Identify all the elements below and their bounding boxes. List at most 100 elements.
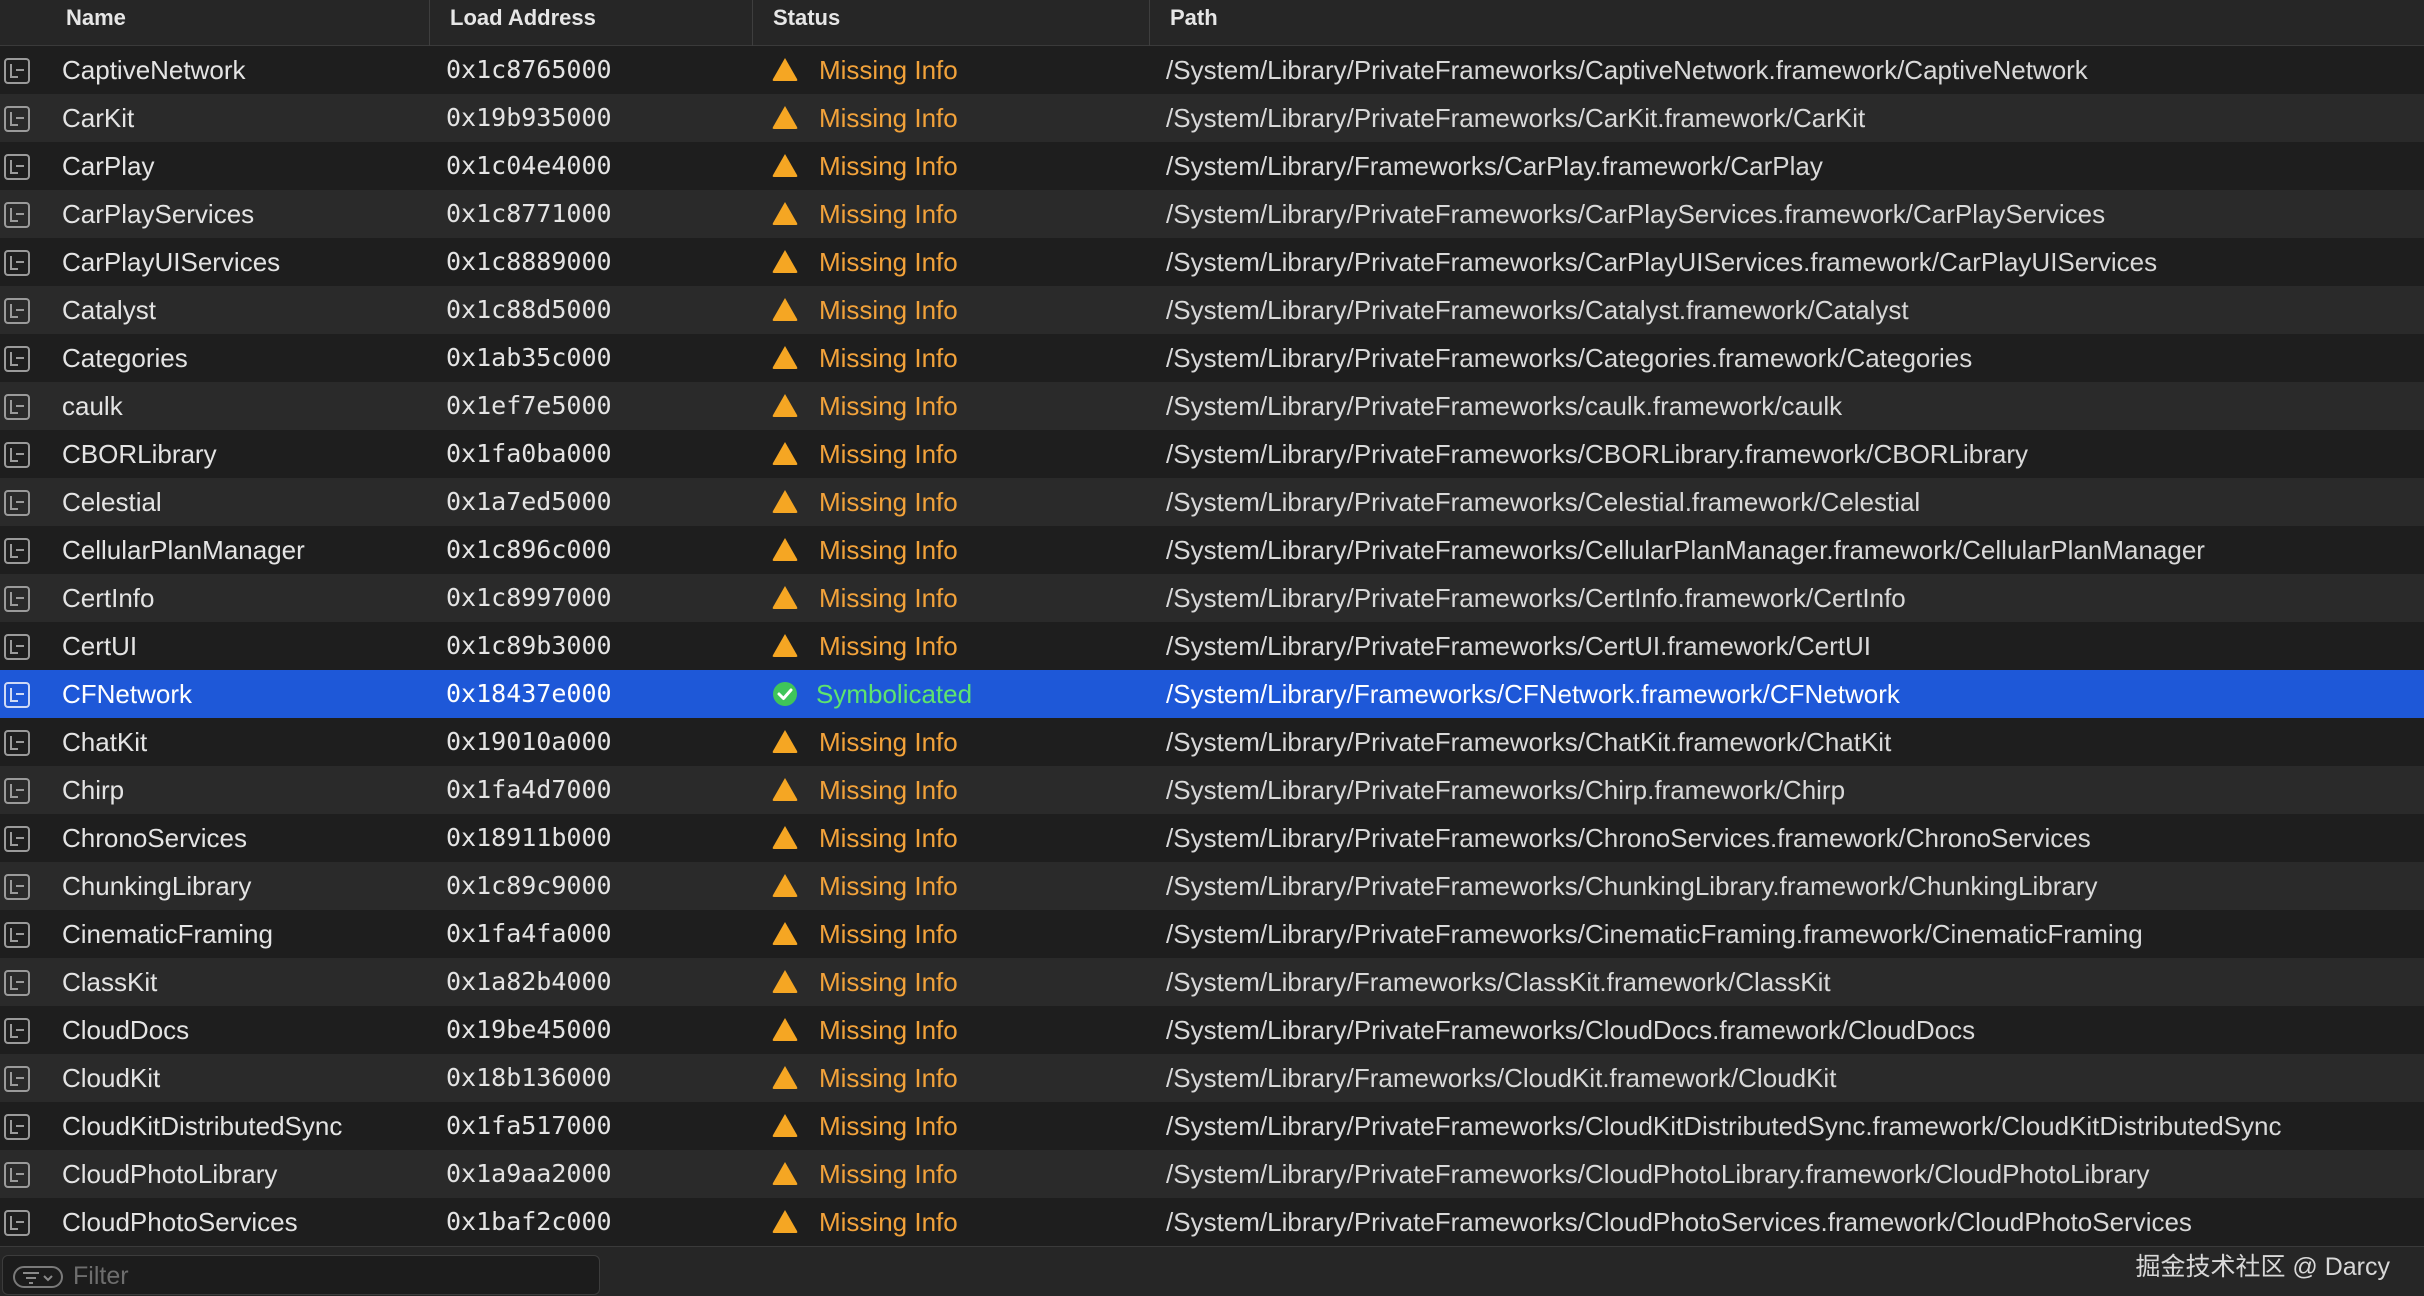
load-address: 0x1c8889000 — [446, 247, 612, 276]
table-row[interactable]: Celestial 0x1a7ed5000 Missing Info/System/… — [0, 478, 2424, 526]
binary-images-table: CaptiveNetwork 0x1c8765000 Missing Info/Sy… — [0, 46, 2424, 1246]
library-image-icon — [4, 154, 30, 180]
image-name: CloudKit — [62, 1063, 161, 1093]
load-address: 0x1a82b4000 — [446, 967, 612, 996]
table-row[interactable]: Chirp 0x1fa4d7000 Missing Info/System/Libr… — [0, 766, 2424, 814]
table-row[interactable]: Catalyst 0x1c88d5000 Missing Info/System/L… — [0, 286, 2424, 334]
table-row[interactable]: CarPlay 0x1c04e4000 Missing Info/System/Li… — [0, 142, 2424, 190]
warning-triangle-icon — [771, 296, 799, 322]
column-header-load-address[interactable]: Load Address — [430, 0, 753, 46]
load-address: 0x1c8997000 — [446, 583, 612, 612]
table-header: Name Load Address Status Path — [0, 0, 2424, 46]
table-row[interactable]: Categories 0x1ab35c000 Missing Info/System… — [0, 334, 2424, 382]
table-row[interactable]: CarKit 0x19b935000 Missing Info/System/Lib… — [0, 94, 2424, 142]
image-path: /System/Library/PrivateFrameworks/Cataly… — [1166, 295, 1909, 325]
warning-triangle-icon — [771, 344, 799, 370]
column-header-name[interactable]: Name — [0, 0, 430, 46]
column-header-status[interactable]: Status — [753, 0, 1150, 46]
warning-triangle-icon — [771, 920, 799, 946]
image-path: /System/Library/PrivateFrameworks/CloudP… — [1166, 1159, 2150, 1189]
image-path: /System/Library/PrivateFrameworks/Chrono… — [1166, 823, 2091, 853]
watermark-text: 掘金技术社区 @ Darcy — [2135, 1253, 2390, 1281]
image-name: caulk — [62, 391, 123, 421]
status-text: Missing Info — [819, 967, 958, 997]
table-row[interactable]: ChatKit 0x19010a000 Missing Info/System/Li… — [0, 718, 2424, 766]
load-address: 0x1c89c9000 — [446, 871, 612, 900]
filter-icon[interactable] — [13, 1266, 63, 1288]
table-footer: 掘金技术社区 @ Darcy — [0, 1246, 2424, 1296]
image-name: CarPlayUIServices — [62, 247, 281, 277]
warning-triangle-icon — [771, 104, 799, 130]
image-name: CertInfo — [62, 583, 155, 613]
filter-field[interactable] — [2, 1255, 600, 1295]
load-address: 0x1baf2c000 — [446, 1207, 612, 1236]
table-row[interactable]: CloudPhotoLibrary 0x1a9aa2000 Missing Info… — [0, 1150, 2424, 1198]
library-image-icon — [4, 298, 30, 324]
table-row[interactable]: CinematicFraming 0x1fa4fa000 Missing Info /… — [0, 910, 2424, 958]
table-row[interactable]: CloudPhotoServices 0x1baf2c000 Missing Inf… — [0, 1198, 2424, 1246]
warning-triangle-icon — [771, 440, 799, 466]
table-row[interactable]: CloudDocs 0x19be45000 Missing Info/System/… — [0, 1006, 2424, 1054]
library-image-icon — [4, 874, 30, 900]
table-row[interactable]: CertInfo 0x1c8997000 Missing Info/System/L… — [0, 574, 2424, 622]
table-row[interactable]: ChunkingLibrary 0x1c89c9000 Missing Info/S… — [0, 862, 2424, 910]
library-image-icon — [4, 1210, 30, 1236]
library-image-icon — [4, 1162, 30, 1188]
load-address: 0x1a7ed5000 — [446, 487, 612, 516]
status-text: Symbolicated — [816, 679, 973, 709]
status-text: Missing Info — [819, 55, 958, 85]
table-row[interactable]: CloudKitDistributedSync 0x1fa517000 Missin… — [0, 1102, 2424, 1150]
image-path: /System/Library/PrivateFrameworks/Celest… — [1166, 487, 1921, 517]
load-address: 0x1a9aa2000 — [446, 1159, 612, 1188]
library-image-icon — [4, 730, 30, 756]
table-row[interactable]: CFNetwork 0x18437e000 Symbolicated/System/… — [0, 670, 2424, 718]
table-row[interactable]: ChronoServices 0x18911b000 Missing Info/Sy… — [0, 814, 2424, 862]
load-address: 0x1fa0ba000 — [446, 439, 612, 468]
load-address: 0x1fa517000 — [446, 1111, 612, 1140]
image-name: ChunkingLibrary — [62, 871, 252, 901]
image-name: CarKit — [62, 103, 135, 133]
warning-triangle-icon — [771, 1112, 799, 1138]
image-path: /System/Library/PrivateFrameworks/CarPla… — [1166, 247, 2158, 277]
table-row[interactable]: CarPlayUIServices 0x1c8889000 Missing Info… — [0, 238, 2424, 286]
table-row[interactable]: CellularPlanManager 0x1c896c000 Missing In… — [0, 526, 2424, 574]
status-text: Missing Info — [819, 775, 958, 805]
status-text: Missing Info — [819, 919, 958, 949]
load-address: 0x1c04e4000 — [446, 151, 612, 180]
status-text: Missing Info — [819, 535, 958, 565]
warning-triangle-icon — [771, 56, 799, 82]
table-row[interactable]: CBORLibrary 0x1fa0ba000 Missing Info/Syste… — [0, 430, 2424, 478]
filter-input[interactable] — [73, 1260, 573, 1292]
library-image-icon — [4, 586, 30, 612]
load-address: 0x1fa4d7000 — [446, 775, 612, 804]
status-text: Missing Info — [819, 439, 958, 469]
status-text: Missing Info — [819, 1111, 958, 1141]
table-row[interactable]: CaptiveNetwork 0x1c8765000 Missing Info/Sy… — [0, 46, 2424, 94]
warning-triangle-icon — [771, 1064, 799, 1090]
image-name: CFNetwork — [62, 679, 193, 709]
table-row[interactable]: CloudKit 0x18b136000 Missing Info/System/L… — [0, 1054, 2424, 1102]
image-name: CloudPhotoServices — [62, 1207, 298, 1237]
warning-triangle-icon — [771, 536, 799, 562]
warning-triangle-icon — [771, 632, 799, 658]
library-image-icon — [4, 682, 30, 708]
library-image-icon — [4, 922, 30, 948]
warning-triangle-icon — [771, 728, 799, 754]
image-name: CertUI — [62, 631, 138, 661]
library-image-icon — [4, 634, 30, 660]
table-row[interactable]: CarPlayServices 0x1c8771000 Missing Info/S… — [0, 190, 2424, 238]
table-row[interactable]: caulk 0x1ef7e5000 Missing Info/System/Libr… — [0, 382, 2424, 430]
table-row[interactable]: CertUI 0x1c89b3000 Missing Info/System/Lib… — [0, 622, 2424, 670]
warning-triangle-icon — [771, 968, 799, 994]
image-path: /System/Library/Frameworks/CarPlay.frame… — [1166, 151, 1823, 181]
image-path: /System/Library/PrivateFrameworks/Catego… — [1166, 343, 1973, 373]
image-name: CarPlay — [62, 151, 155, 181]
warning-triangle-icon — [771, 1208, 799, 1234]
warning-triangle-icon — [771, 776, 799, 802]
load-address: 0x19be45000 — [446, 1015, 612, 1044]
image-name: CloudPhotoLibrary — [62, 1159, 278, 1189]
status-text: Missing Info — [819, 871, 958, 901]
load-address: 0x1c88d5000 — [446, 295, 612, 324]
table-row[interactable]: ClassKit 0x1a82b4000 Missing Info/System/L… — [0, 958, 2424, 1006]
column-header-path[interactable]: Path — [1150, 0, 2424, 46]
